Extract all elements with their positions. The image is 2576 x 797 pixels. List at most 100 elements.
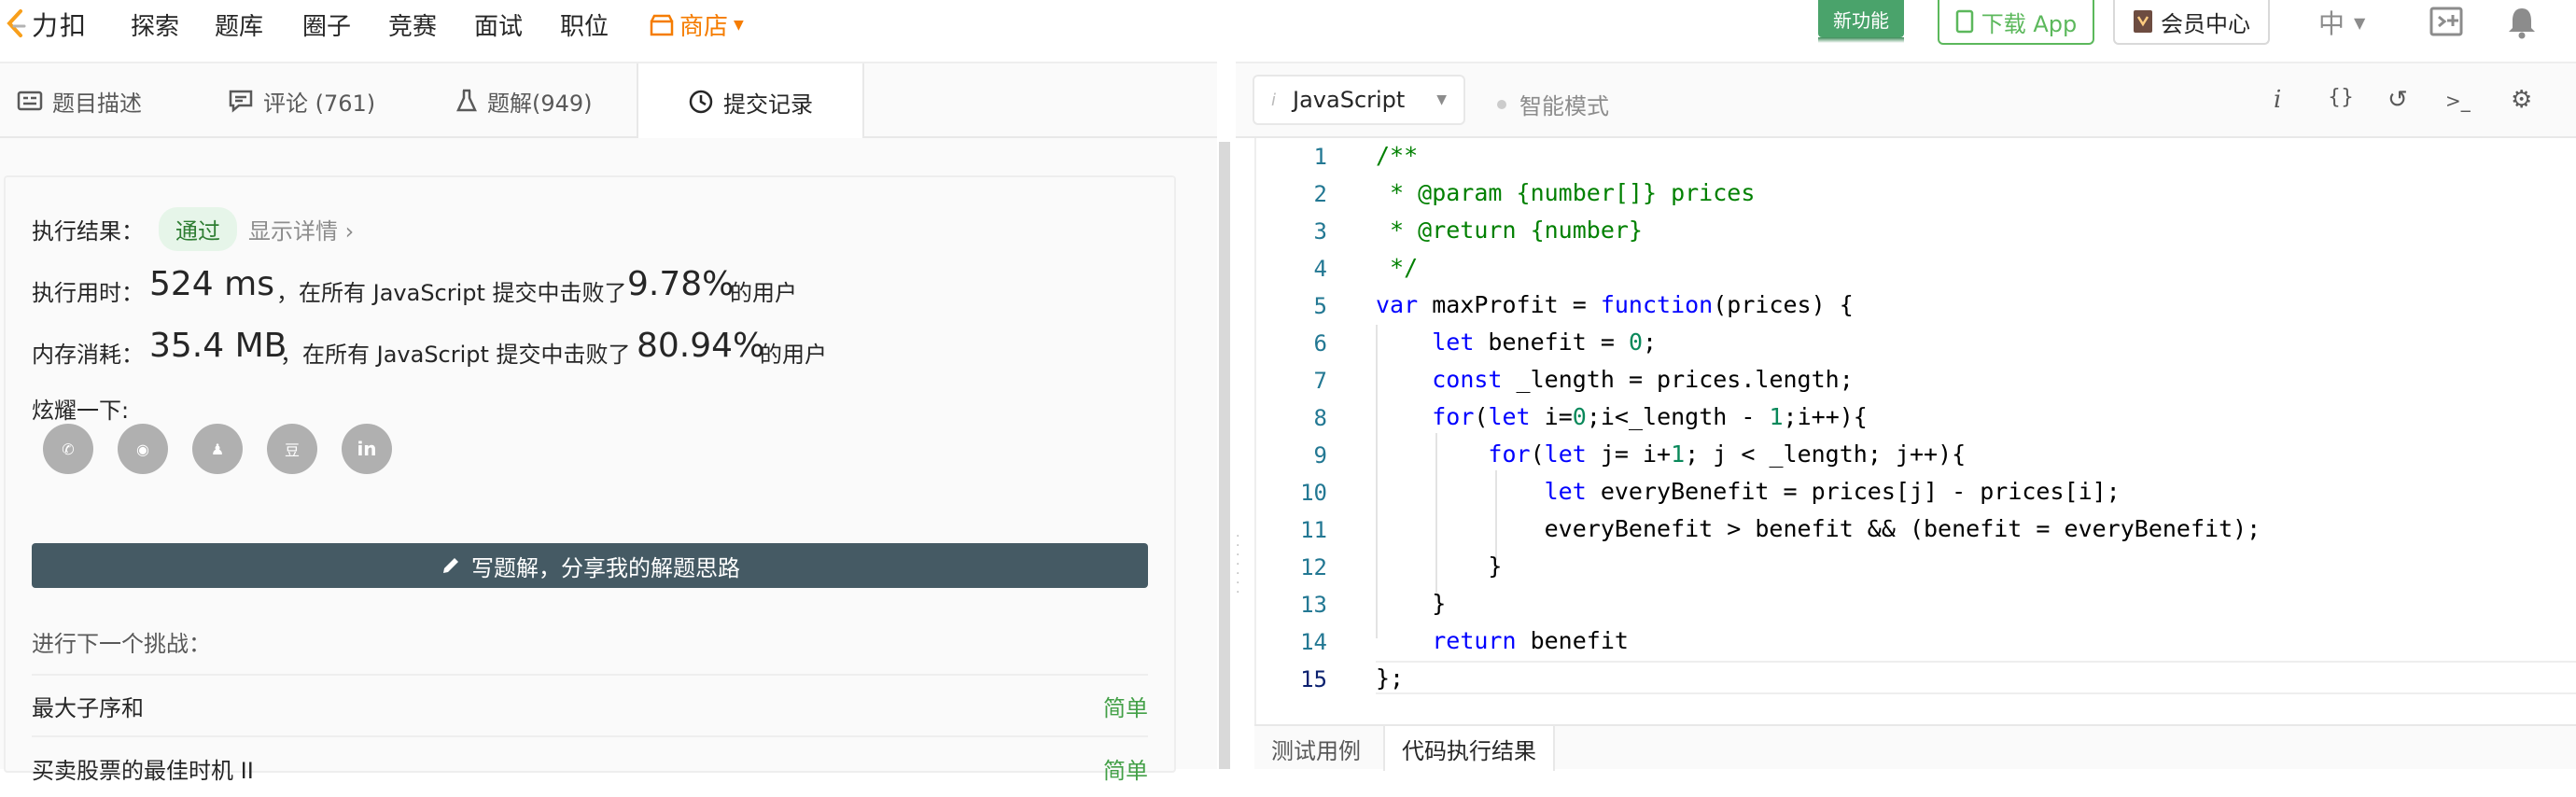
language-select-value: JavaScript (1293, 87, 1406, 113)
difficulty-badge: 简单 (1103, 694, 1148, 721)
list-item[interactable]: 买卖股票的最佳时机 II 简单 (32, 735, 1148, 797)
braces-icon[interactable]: {} (2328, 86, 2354, 109)
runtime-value: 524 ms (149, 265, 274, 303)
code-text: everyBenefit > benefit && (benefit = eve… (1376, 515, 2261, 542)
shop-label: 商店 (679, 13, 729, 41)
line-number: 7 (1313, 368, 1327, 394)
new-feature-badge[interactable]: 新功能 (1818, 0, 1904, 43)
nav-interview[interactable]: 面试 (474, 7, 523, 42)
weibo-icon[interactable]: ◉ (118, 424, 168, 474)
tab-testcase[interactable]: 测试用例 (1271, 726, 1361, 771)
download-app-button[interactable]: 下载 App (1938, 0, 2094, 45)
top-navigation: 力扣 探索 题库 圈子 竞赛 面试 职位 商店 ▼ 新功能 下载 App 会员中… (0, 0, 2576, 62)
memory-percent: 80.94% (637, 327, 765, 365)
tab-comments[interactable]: 评论 (761) (228, 63, 375, 138)
smart-mode-label: 智能模式 (1519, 93, 1609, 119)
share-label: 炫耀一下: (32, 398, 130, 424)
drag-handle-icon[interactable]: · · · · · · · (1236, 530, 1243, 616)
memory-value: 35.4 MB (149, 327, 287, 365)
code-text: var maxProfit = function(prices) { (1376, 291, 1854, 318)
language-switcher[interactable]: 中 ▼ (2318, 4, 2365, 41)
smart-mode-dot-icon (1497, 99, 1506, 109)
tab-description[interactable]: 题目描述 (17, 63, 142, 138)
code-line-5[interactable]: var maxProfit = function(prices) { (1376, 291, 1854, 318)
nav-circle[interactable]: 圈子 (302, 7, 351, 42)
runtime-suffix: 的用户 (730, 280, 797, 306)
code-comment: * @param {number[]} prices (1376, 179, 1756, 206)
code-text: } (1376, 590, 1447, 617)
download-label: 下载 App (1981, 10, 2078, 37)
playground-icon[interactable] (2429, 6, 2466, 39)
line-number: 5 (1313, 293, 1327, 319)
info-icon[interactable]: i (2274, 86, 2281, 114)
code-line-6[interactable]: let benefit = 0; (1376, 329, 1657, 356)
tab-submissions-label: 提交记录 (723, 91, 813, 118)
code-line-13[interactable]: } (1376, 590, 1446, 617)
line-number: 14 (1300, 629, 1327, 655)
code-line-4[interactable]: */ (1376, 254, 1418, 281)
code-comment: */ (1376, 254, 1419, 281)
code-line-12[interactable]: } (1376, 552, 1502, 580)
list-item[interactable]: 最大子序和 简单 (32, 674, 1148, 735)
comment-icon (229, 90, 253, 113)
line-number: 10 (1300, 480, 1327, 506)
wechat-icon[interactable]: ✆ (43, 424, 93, 474)
tab-solutions[interactable]: 题解(949) (455, 63, 593, 138)
nav-contest[interactable]: 竞赛 (388, 7, 437, 42)
line-number: 13 (1300, 592, 1327, 618)
show-detail-link[interactable]: 显示详情 › (248, 213, 354, 245)
code-text: return benefit (1432, 627, 1629, 654)
settings-icon[interactable]: ⚙ (2511, 86, 2532, 114)
editor-toolbar: i JavaScript ▼ 智能模式 i {} ↺ >_ ⚙ (1236, 62, 2576, 138)
write-solution-label: 写题解，分享我的解题思路 (471, 554, 740, 581)
code-line-11[interactable]: everyBenefit > benefit && (benefit = eve… (1376, 515, 2261, 542)
code-comment: * @return {number} (1376, 217, 1643, 244)
current-line-highlight (1376, 661, 2576, 694)
code-line-2[interactable]: * @param {number[]} prices (1376, 179, 1755, 206)
code-line-14[interactable]: return benefit (1376, 627, 1629, 654)
scrollbar[interactable] (1219, 142, 1230, 769)
flask-icon (456, 89, 477, 112)
vip-center-button[interactable]: 会员中心 (2113, 0, 2270, 45)
bell-icon[interactable] (2507, 6, 2537, 39)
terminal-icon[interactable]: >_ (2445, 90, 2471, 112)
chevron-down-icon: ▼ (1436, 92, 1447, 107)
language-select[interactable]: i JavaScript ▼ (1253, 75, 1465, 125)
language-label: 中 (2318, 8, 2345, 39)
qq-icon[interactable]: ♟ (192, 424, 243, 474)
code-line-7[interactable]: const _length = prices.length; (1376, 366, 1854, 393)
tab-description-label: 题目描述 (52, 90, 142, 117)
code-line-10[interactable]: let everyBenefit = prices[j] - prices[i]… (1376, 478, 2121, 505)
tab-run-result[interactable]: 代码执行结果 (1383, 726, 1555, 771)
code-text: for(let i=0;i<_length - 1;i++){ (1432, 403, 1868, 430)
nav-jobs[interactable]: 职位 (560, 7, 609, 42)
nav-explore[interactable]: 探索 (131, 7, 179, 42)
code-line-3[interactable]: * @return {number} (1376, 217, 1643, 244)
pencil-icon (443, 558, 458, 573)
douban-icon[interactable]: 豆 (267, 424, 317, 474)
write-solution-button[interactable]: 写题解，分享我的解题思路 (32, 543, 1148, 588)
shop-icon (650, 14, 674, 35)
code-line-15[interactable]: }; (1376, 664, 1404, 692)
smart-mode-toggle[interactable]: 智能模式 (1497, 88, 1609, 120)
code-line-1[interactable]: /** (1376, 142, 1418, 169)
challenge-title: 最大子序和 (32, 694, 144, 721)
info-small-icon: i (1271, 90, 1277, 110)
submission-panel: 执行结果： 通过 显示详情 › 执行用时： 524 ms ，在所有 JavaSc… (0, 138, 1217, 784)
tab-submissions[interactable]: 提交记录 (637, 63, 864, 140)
nav-shop[interactable]: 商店 ▼ (650, 7, 744, 42)
logo-text: 力扣 (32, 10, 89, 41)
code-line-9[interactable]: for(let j= i+1; j < _length; j++){ (1376, 440, 1966, 468)
code-text: } (1376, 552, 1503, 580)
logo[interactable]: 力扣 (4, 4, 88, 45)
reset-icon[interactable]: ↺ (2387, 86, 2408, 114)
runtime-text: ，在所有 JavaScript 提交中击败了 (276, 280, 627, 306)
leetcode-logo-icon (7, 9, 26, 37)
code-line-8[interactable]: for(let i=0;i<_length - 1;i++){ (1376, 403, 1868, 430)
code-comment: /** (1376, 142, 1419, 169)
linkedin-icon[interactable]: in (342, 424, 392, 474)
nav-problems[interactable]: 题库 (215, 7, 263, 42)
line-number: 2 (1313, 181, 1327, 207)
vip-label: 会员中心 (2161, 10, 2250, 37)
line-number: 6 (1313, 330, 1327, 357)
